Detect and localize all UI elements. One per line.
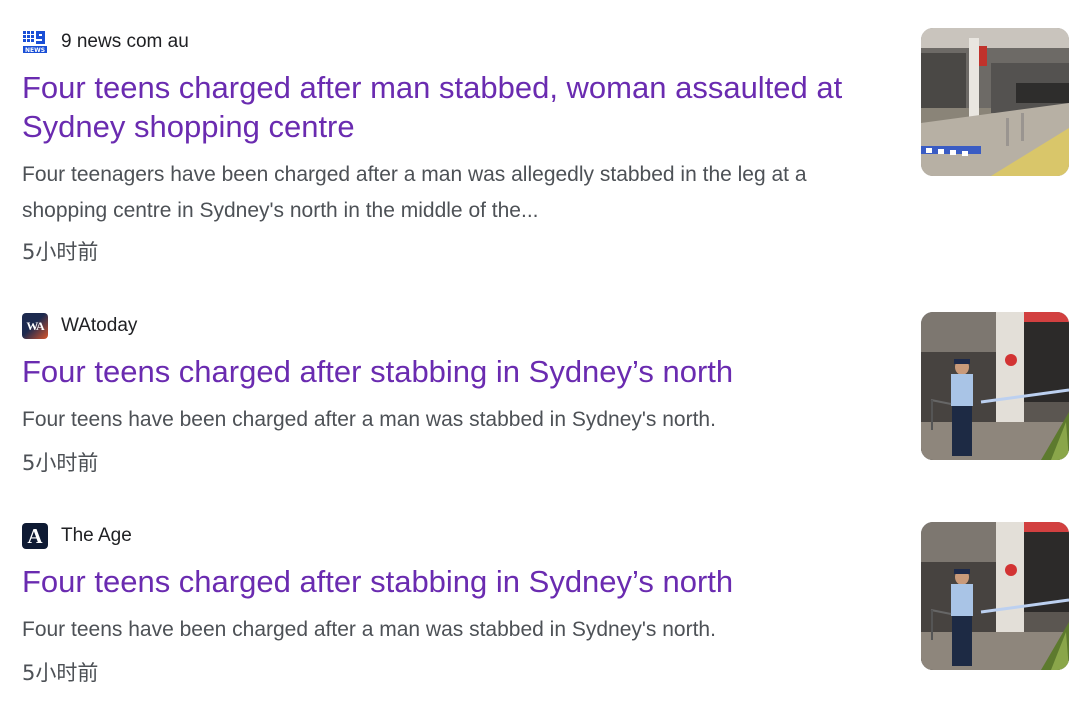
snippet: Four teenagers have been charged after a…: [22, 163, 807, 222]
headline-link[interactable]: Four teens charged after man stabbed, wo…: [22, 68, 892, 146]
9news-logo-icon: NEWS: [22, 29, 48, 55]
timestamp: 5小时前: [22, 661, 99, 685]
source-row[interactable]: A The Age: [22, 522, 132, 550]
watoday-logo-icon: WA: [22, 313, 48, 339]
snippet: Four teens have been charged after a man…: [22, 408, 716, 431]
thumbnail-image[interactable]: [921, 522, 1069, 670]
thumbnail-image[interactable]: [921, 312, 1069, 460]
the-age-logo-icon: A: [22, 523, 48, 549]
svg-text:NEWS: NEWS: [25, 47, 45, 54]
source-row[interactable]: WA WAtoday: [22, 312, 137, 340]
timestamp: 5小时前: [22, 240, 99, 264]
snippet: Four teens have been charged after a man…: [22, 618, 716, 641]
source-name: 9 news com au: [61, 31, 189, 52]
thumbnail-image[interactable]: [921, 28, 1069, 176]
source-row[interactable]: NEWS 9 news com au: [22, 28, 189, 56]
headline-link[interactable]: Four teens charged after stabbing in Syd…: [22, 562, 892, 601]
source-name: WAtoday: [61, 315, 138, 336]
source-name: The Age: [61, 525, 132, 546]
timestamp: 5小时前: [22, 451, 99, 475]
headline-link[interactable]: Four teens charged after stabbing in Syd…: [22, 352, 892, 391]
